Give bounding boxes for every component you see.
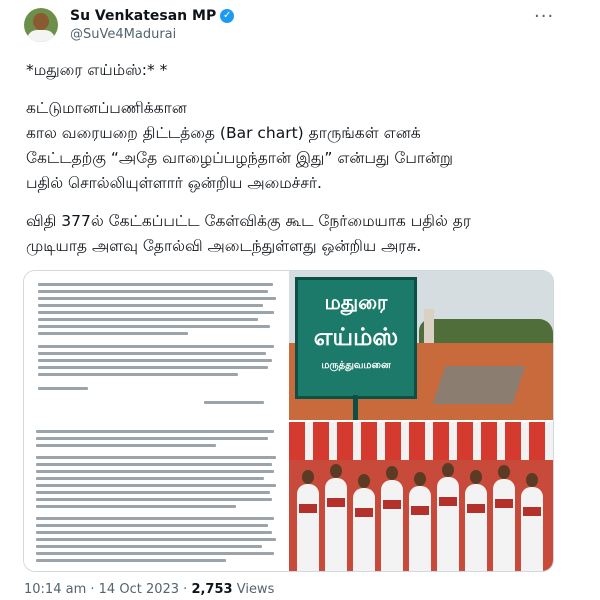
media-image-aiims-sign[interactable]: மதுரை எய்ம்ஸ் மருத்துவமனை bbox=[289, 271, 553, 420]
author-handle[interactable]: @SuVe4Madurai bbox=[70, 27, 176, 42]
tweet-paragraph-2: விதி 377ல் கேட்கப்பட்ட கேள்விக்கு கூட நே… bbox=[26, 212, 471, 255]
media-grid: மதுரை எய்ம்ஸ் மருத்துவமனை bbox=[23, 270, 554, 572]
photo-foundation-stone bbox=[432, 366, 526, 404]
avatar-face bbox=[33, 13, 49, 30]
tweet-meta: 10:14 am · 14 Oct 2023 · 2,753 Views bbox=[24, 582, 274, 597]
media-image-document-english[interactable] bbox=[24, 271, 287, 420]
signboard-post bbox=[353, 395, 358, 420]
sign-text-line-1: மதுரை bbox=[324, 290, 388, 314]
meta-separator: · bbox=[183, 582, 188, 597]
tweet-paragraph-1: கட்டுமானப்பணிக்கான கால வரையறை திட்டத்தை … bbox=[26, 99, 453, 192]
sign-text-line-3: மருத்துவமனை bbox=[321, 360, 391, 371]
avatar-shirt bbox=[27, 30, 55, 42]
photo-person bbox=[521, 473, 543, 571]
views-label: Views bbox=[236, 582, 275, 597]
photo-person bbox=[325, 464, 347, 571]
tweet-title-line: *மதுரை எய்ம்ஸ்:* * bbox=[26, 61, 168, 79]
more-options-icon[interactable]: ··· bbox=[534, 6, 554, 27]
photo-person bbox=[297, 470, 319, 571]
photo-person bbox=[465, 470, 487, 571]
avatar[interactable] bbox=[24, 8, 58, 42]
tweet-time[interactable]: 10:14 am bbox=[24, 582, 86, 597]
tweet: Su Venkatesan MP ✓ @SuVe4Madurai ··· *மத… bbox=[0, 0, 600, 600]
sign-text-line-2: எய்ம்ஸ் bbox=[313, 323, 399, 351]
photo-person bbox=[437, 463, 459, 571]
photo-person bbox=[493, 465, 515, 571]
photo-person bbox=[409, 472, 431, 571]
aiims-signboard: மதுரை எய்ம்ஸ் மருத்துவமனை bbox=[295, 277, 417, 399]
tweet-date[interactable]: 14 Oct 2023 bbox=[99, 582, 179, 597]
author-name-row: Su Venkatesan MP ✓ bbox=[70, 8, 235, 24]
photo-person bbox=[353, 474, 375, 571]
media-image-protest-group[interactable] bbox=[289, 422, 553, 571]
author-display-name[interactable]: Su Venkatesan MP bbox=[70, 8, 216, 24]
verified-badge-icon: ✓ bbox=[220, 9, 235, 23]
media-image-document-tamil[interactable] bbox=[24, 422, 287, 571]
photo-canopy bbox=[289, 422, 553, 460]
meta-separator: · bbox=[90, 582, 95, 597]
views-count: 2,753 bbox=[191, 582, 233, 597]
photo-person bbox=[381, 466, 403, 571]
